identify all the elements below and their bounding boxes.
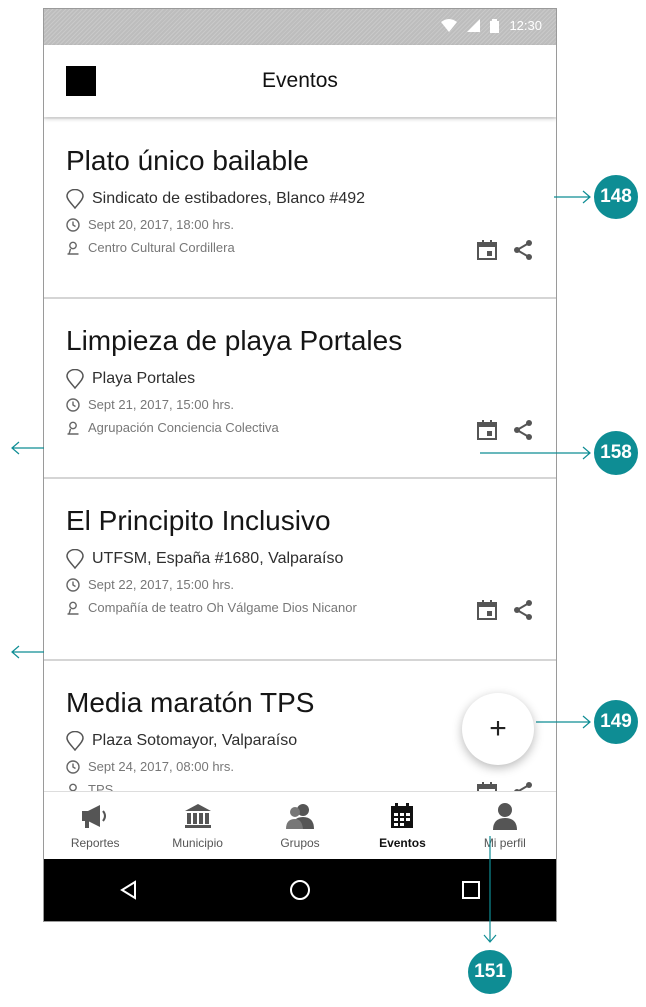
- annotation-arrows: [11, 190, 591, 943]
- annotation-badge: 149: [594, 700, 638, 744]
- add-event-button[interactable]: +: [462, 693, 534, 765]
- plus-icon: +: [489, 712, 507, 745]
- annotation-badge: 148: [594, 175, 638, 219]
- annotation-badge: 158: [594, 431, 638, 475]
- page-title: Eventos: [262, 69, 338, 92]
- annotation-badge: 151: [468, 950, 512, 994]
- app-bar: Eventos: [44, 45, 556, 117]
